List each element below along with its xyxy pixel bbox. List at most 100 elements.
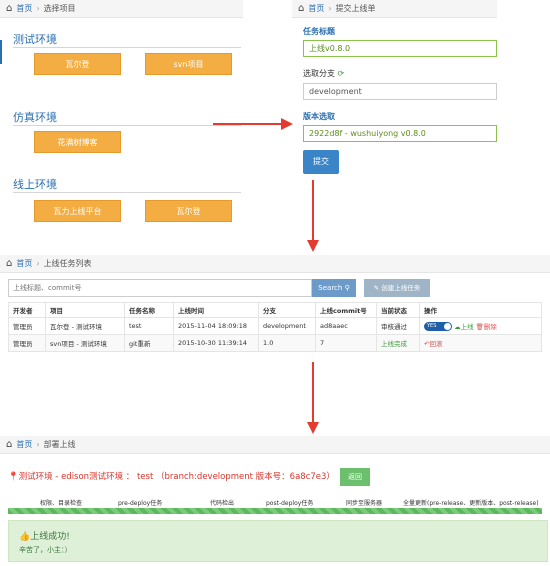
breadcrumb-home-link[interactable]: 首页: [16, 4, 32, 13]
breadcrumb-current: 上线任务列表: [43, 259, 92, 268]
step-label: pre-deploy任务: [118, 500, 163, 507]
create-task-button[interactable]: ✎ 创建上线任务: [364, 279, 430, 297]
step-label: post-deploy任务: [266, 500, 314, 507]
divider: [13, 47, 241, 48]
success-alert: 👍上线成功! 辛苦了，小主：）: [8, 520, 548, 562]
breadcrumb-home-link[interactable]: 首页: [16, 440, 32, 449]
thumbs-up-icon: 👍: [19, 532, 31, 542]
project-button-walden-test[interactable]: 瓦尔登: [34, 53, 121, 75]
col-header: 分支: [258, 302, 316, 318]
panel-submit-release: ⌂ 首页 › 提交上线单 任务标题 上线v0.8.0 选取分支 ⟳ developme…: [292, 0, 497, 180]
panel-deploy: ⌂ 首页 › 部署上线 📍测试环境 - edison测试环境 ： test （bran…: [0, 436, 550, 566]
breadcrumb-current: 选择项目: [43, 4, 76, 13]
col-header: 开发者: [8, 302, 46, 318]
search-input[interactable]: [8, 279, 312, 297]
cell-task: test: [124, 317, 174, 335]
trash-icon: 🗑: [475, 322, 484, 331]
cell-developer: 管理员: [8, 334, 46, 352]
project-button-blog[interactable]: 花满树博客: [34, 131, 121, 153]
col-header: 上线commit号: [315, 302, 377, 318]
rollback-label: 回滚: [429, 340, 443, 348]
cell-status: 审核通过: [376, 317, 420, 335]
toggle-label: YES: [427, 323, 437, 330]
panel-select-project: ⌂ 首页 › 选择项目 测试环境 瓦尔登 svn项目 仿真环境 花满树博客 线上环境 …: [0, 0, 243, 232]
table-row: 管理员 svn项目 - 测试环境 git重新 2015-10-30 11:39:…: [8, 334, 542, 352]
version-select[interactable]: 2922d8f - wushuiyong v0.8.0: [303, 125, 497, 142]
breadcrumb-current: 提交上线单: [335, 4, 376, 13]
branch-label: 选取分支 ⟳: [303, 68, 344, 79]
success-message: 辛苦了，小主：）: [19, 546, 72, 554]
cell-time: 2015-11-04 18:09:18: [173, 317, 259, 335]
branch-label-text: 选取分支: [303, 69, 335, 78]
home-icon[interactable]: ⌂: [6, 439, 12, 450]
task-title-label: 任务标题: [303, 27, 335, 36]
map-marker-icon: 📍: [8, 472, 19, 482]
table-row: 管理员 瓦尔登 - 测试环境 test 2015-11-04 18:09:18 …: [8, 317, 542, 335]
home-icon[interactable]: ⌂: [6, 258, 12, 269]
col-header: 项目: [45, 302, 125, 318]
version-label: 版本选取: [303, 112, 335, 121]
step-label: 权限、目录检查: [40, 500, 83, 507]
cell-actions: ↶回滚: [419, 334, 542, 352]
breadcrumb: ⌂ 首页 › 上线任务列表: [0, 255, 550, 273]
divider: [13, 125, 241, 126]
project-button-walden-prod[interactable]: 瓦尔登: [145, 200, 232, 222]
step-label: 代码检出: [210, 500, 235, 507]
breadcrumb: ⌂ 首页 › 提交上线单: [292, 0, 497, 18]
deploy-action[interactable]: ☁上线: [454, 323, 474, 331]
success-title-text: 上线成功!: [30, 532, 70, 542]
step-label: 同步至服务器: [346, 500, 383, 507]
project-button-walle[interactable]: 瓦力上线平台: [34, 200, 121, 222]
submit-button[interactable]: 提交: [303, 150, 339, 174]
breadcrumb-current: 部署上线: [43, 440, 76, 449]
rollback-action[interactable]: ↶回滚: [424, 340, 442, 348]
cell-project: svn项目 - 测试环境: [45, 334, 125, 352]
cell-commit: 7: [315, 334, 377, 352]
divider: [13, 192, 241, 193]
cell-time: 2015-10-30 11:39:14: [173, 334, 259, 352]
delete-label: 删除: [483, 322, 497, 331]
home-icon[interactable]: ⌂: [298, 3, 304, 14]
section-title-production: 线上环境: [13, 178, 57, 191]
search-button-label: Search: [318, 284, 343, 292]
create-task-label: 创建上线任务: [381, 284, 421, 292]
cell-status: 上线完成: [376, 334, 420, 352]
step-label: 全量更新(pre-release、更新版本、post-release): [403, 500, 539, 507]
breadcrumb-home-link[interactable]: 首页: [308, 4, 324, 13]
cell-actions: YES ☁上线 🗑删除: [419, 317, 542, 335]
home-icon[interactable]: ⌂: [6, 3, 12, 14]
deploy-label: 上线: [460, 322, 474, 331]
cell-commit: ad8aaec: [315, 317, 377, 335]
delete-action[interactable]: 🗑删除: [476, 323, 497, 331]
cell-branch: development: [258, 317, 316, 335]
deploy-title: 📍测试环境 - edison测试环境 ： test （branch:develo…: [8, 470, 335, 482]
cell-task: git重新: [124, 334, 174, 352]
table-header-row: 开发者 项目 任务名称 上线时间 分支 上线commit号 当前状态 操作: [8, 302, 542, 318]
deploy-progress-fill: [8, 508, 542, 514]
back-button[interactable]: 返回: [340, 468, 370, 486]
task-title-input[interactable]: 上线v0.8.0: [303, 40, 497, 57]
breadcrumb-home-link[interactable]: 首页: [16, 259, 32, 268]
breadcrumb: ⌂ 首页 › 部署上线: [0, 436, 550, 454]
project-button-svn[interactable]: svn项目: [145, 53, 232, 75]
task-table: 开发者 项目 任务名称 上线时间 分支 上线commit号 当前状态 操作 管理…: [8, 302, 542, 352]
cell-branch: 1.0: [258, 334, 316, 352]
pencil-icon: ✎: [373, 284, 380, 292]
section-title-staging: 仿真环境: [13, 111, 57, 124]
col-header: 任务名称: [124, 302, 174, 318]
branch-select[interactable]: development: [303, 83, 497, 100]
deploy-title-text: 测试环境 - edison测试环境 ： test （branch:develop…: [18, 472, 335, 482]
col-header: 当前状态: [376, 302, 420, 318]
deploy-progress-bar: [8, 508, 542, 514]
col-header: 操作: [419, 302, 542, 318]
approval-toggle[interactable]: YES: [424, 322, 452, 332]
breadcrumb: ⌂ 首页 › 选择项目: [0, 0, 243, 18]
cell-project: 瓦尔登 - 测试环境: [45, 317, 125, 335]
refresh-icon[interactable]: ⟳: [338, 69, 345, 78]
cell-developer: 管理员: [8, 317, 46, 335]
search-button[interactable]: Search ⚲: [312, 279, 356, 297]
search-icon: ⚲: [344, 284, 350, 292]
section-title-test: 测试环境: [13, 33, 57, 46]
sidebar-accent: [0, 40, 2, 64]
success-title: 👍上线成功!: [19, 529, 70, 542]
